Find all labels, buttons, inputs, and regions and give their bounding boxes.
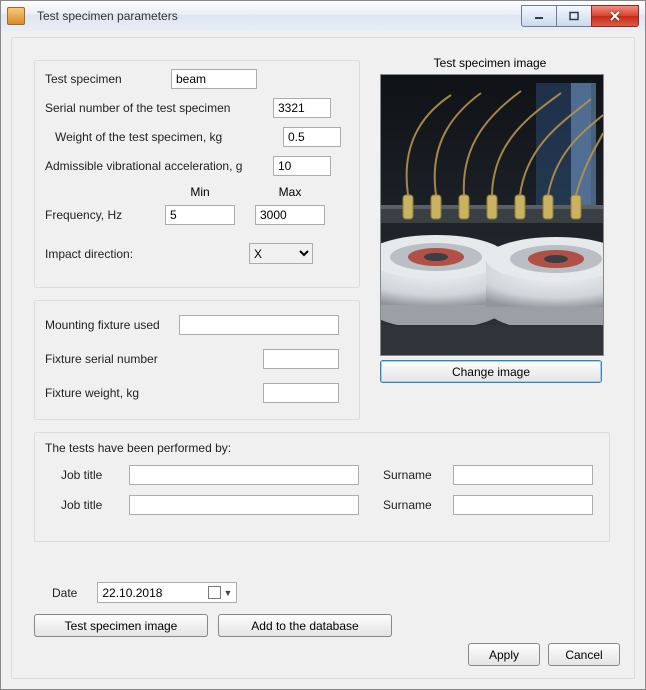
input-freq-min[interactable] (165, 205, 235, 225)
performed-by-group: The tests have been performed by: Job ti… (34, 432, 610, 542)
input-job-2[interactable] (129, 495, 359, 515)
input-freq-max[interactable] (255, 205, 325, 225)
dialog-buttons: Apply Cancel (468, 643, 620, 666)
label-fixture-weight: Fixture weight, kg (45, 386, 263, 400)
input-weight[interactable] (283, 127, 341, 147)
minimize-button[interactable] (521, 5, 557, 27)
label-job-2: Job title (45, 498, 129, 512)
input-job-1[interactable] (129, 465, 359, 485)
change-image-button[interactable]: Change image (380, 360, 602, 383)
input-accel[interactable] (273, 156, 331, 176)
input-serial[interactable] (273, 98, 331, 118)
client-area: Test specimen Serial number of the test … (1, 31, 645, 689)
window-title: Test specimen parameters (33, 9, 522, 23)
label-job-1: Job title (45, 468, 129, 482)
test-specimen-image-button[interactable]: Test specimen image (34, 614, 208, 637)
bottom-button-row: Test specimen image Add to the database (34, 614, 392, 637)
calendar-icon (208, 586, 221, 599)
close-button[interactable] (591, 5, 639, 27)
label-date: Date (52, 586, 77, 600)
input-surname-1[interactable] (453, 465, 593, 485)
image-caption: Test specimen image (380, 56, 600, 70)
label-min: Min (165, 185, 235, 199)
chevron-down-icon: ▼ (223, 588, 232, 598)
image-panel: Test specimen image (370, 48, 610, 390)
label-frequency: Frequency, Hz (45, 208, 153, 222)
window: Test specimen parameters Test specimen (0, 0, 646, 690)
app-icon (7, 7, 25, 25)
fixture-group: Mounting fixture used Fixture serial num… (34, 300, 360, 420)
label-serial: Serial number of the test specimen (45, 101, 273, 115)
apply-button[interactable]: Apply (468, 643, 540, 666)
add-to-database-button[interactable]: Add to the database (218, 614, 392, 637)
label-specimen-name: Test specimen (45, 72, 171, 86)
label-surname-1: Surname (383, 468, 453, 482)
date-picker[interactable]: 22.10.2018 ▼ (97, 582, 237, 603)
label-weight: Weight of the test specimen, kg (45, 130, 283, 144)
label-fixture-serial: Fixture serial number (45, 352, 263, 366)
input-fixture-serial[interactable] (263, 349, 339, 369)
performed-heading: The tests have been performed by: (45, 441, 599, 455)
input-specimen-name[interactable] (171, 69, 257, 89)
label-fixture-used: Mounting fixture used (45, 318, 179, 332)
input-fixture-used[interactable] (179, 315, 339, 335)
label-surname-2: Surname (383, 498, 453, 512)
label-accel: Admissible vibrational acceleration, g (45, 159, 273, 173)
input-surname-2[interactable] (453, 495, 593, 515)
date-value: 22.10.2018 (102, 586, 162, 600)
label-impact: Impact direction: (45, 247, 249, 261)
input-fixture-weight[interactable] (263, 383, 339, 403)
form-card: Test specimen Serial number of the test … (11, 37, 635, 679)
maximize-button[interactable] (556, 5, 592, 27)
specimen-group: Test specimen Serial number of the test … (34, 60, 360, 288)
cancel-button[interactable]: Cancel (548, 643, 620, 666)
select-impact-direction[interactable]: X (249, 243, 313, 264)
specimen-image (380, 74, 604, 356)
window-controls (522, 5, 639, 27)
titlebar[interactable]: Test specimen parameters (1, 1, 645, 32)
label-max: Max (255, 185, 325, 199)
date-row: Date 22.10.2018 ▼ (52, 582, 237, 603)
